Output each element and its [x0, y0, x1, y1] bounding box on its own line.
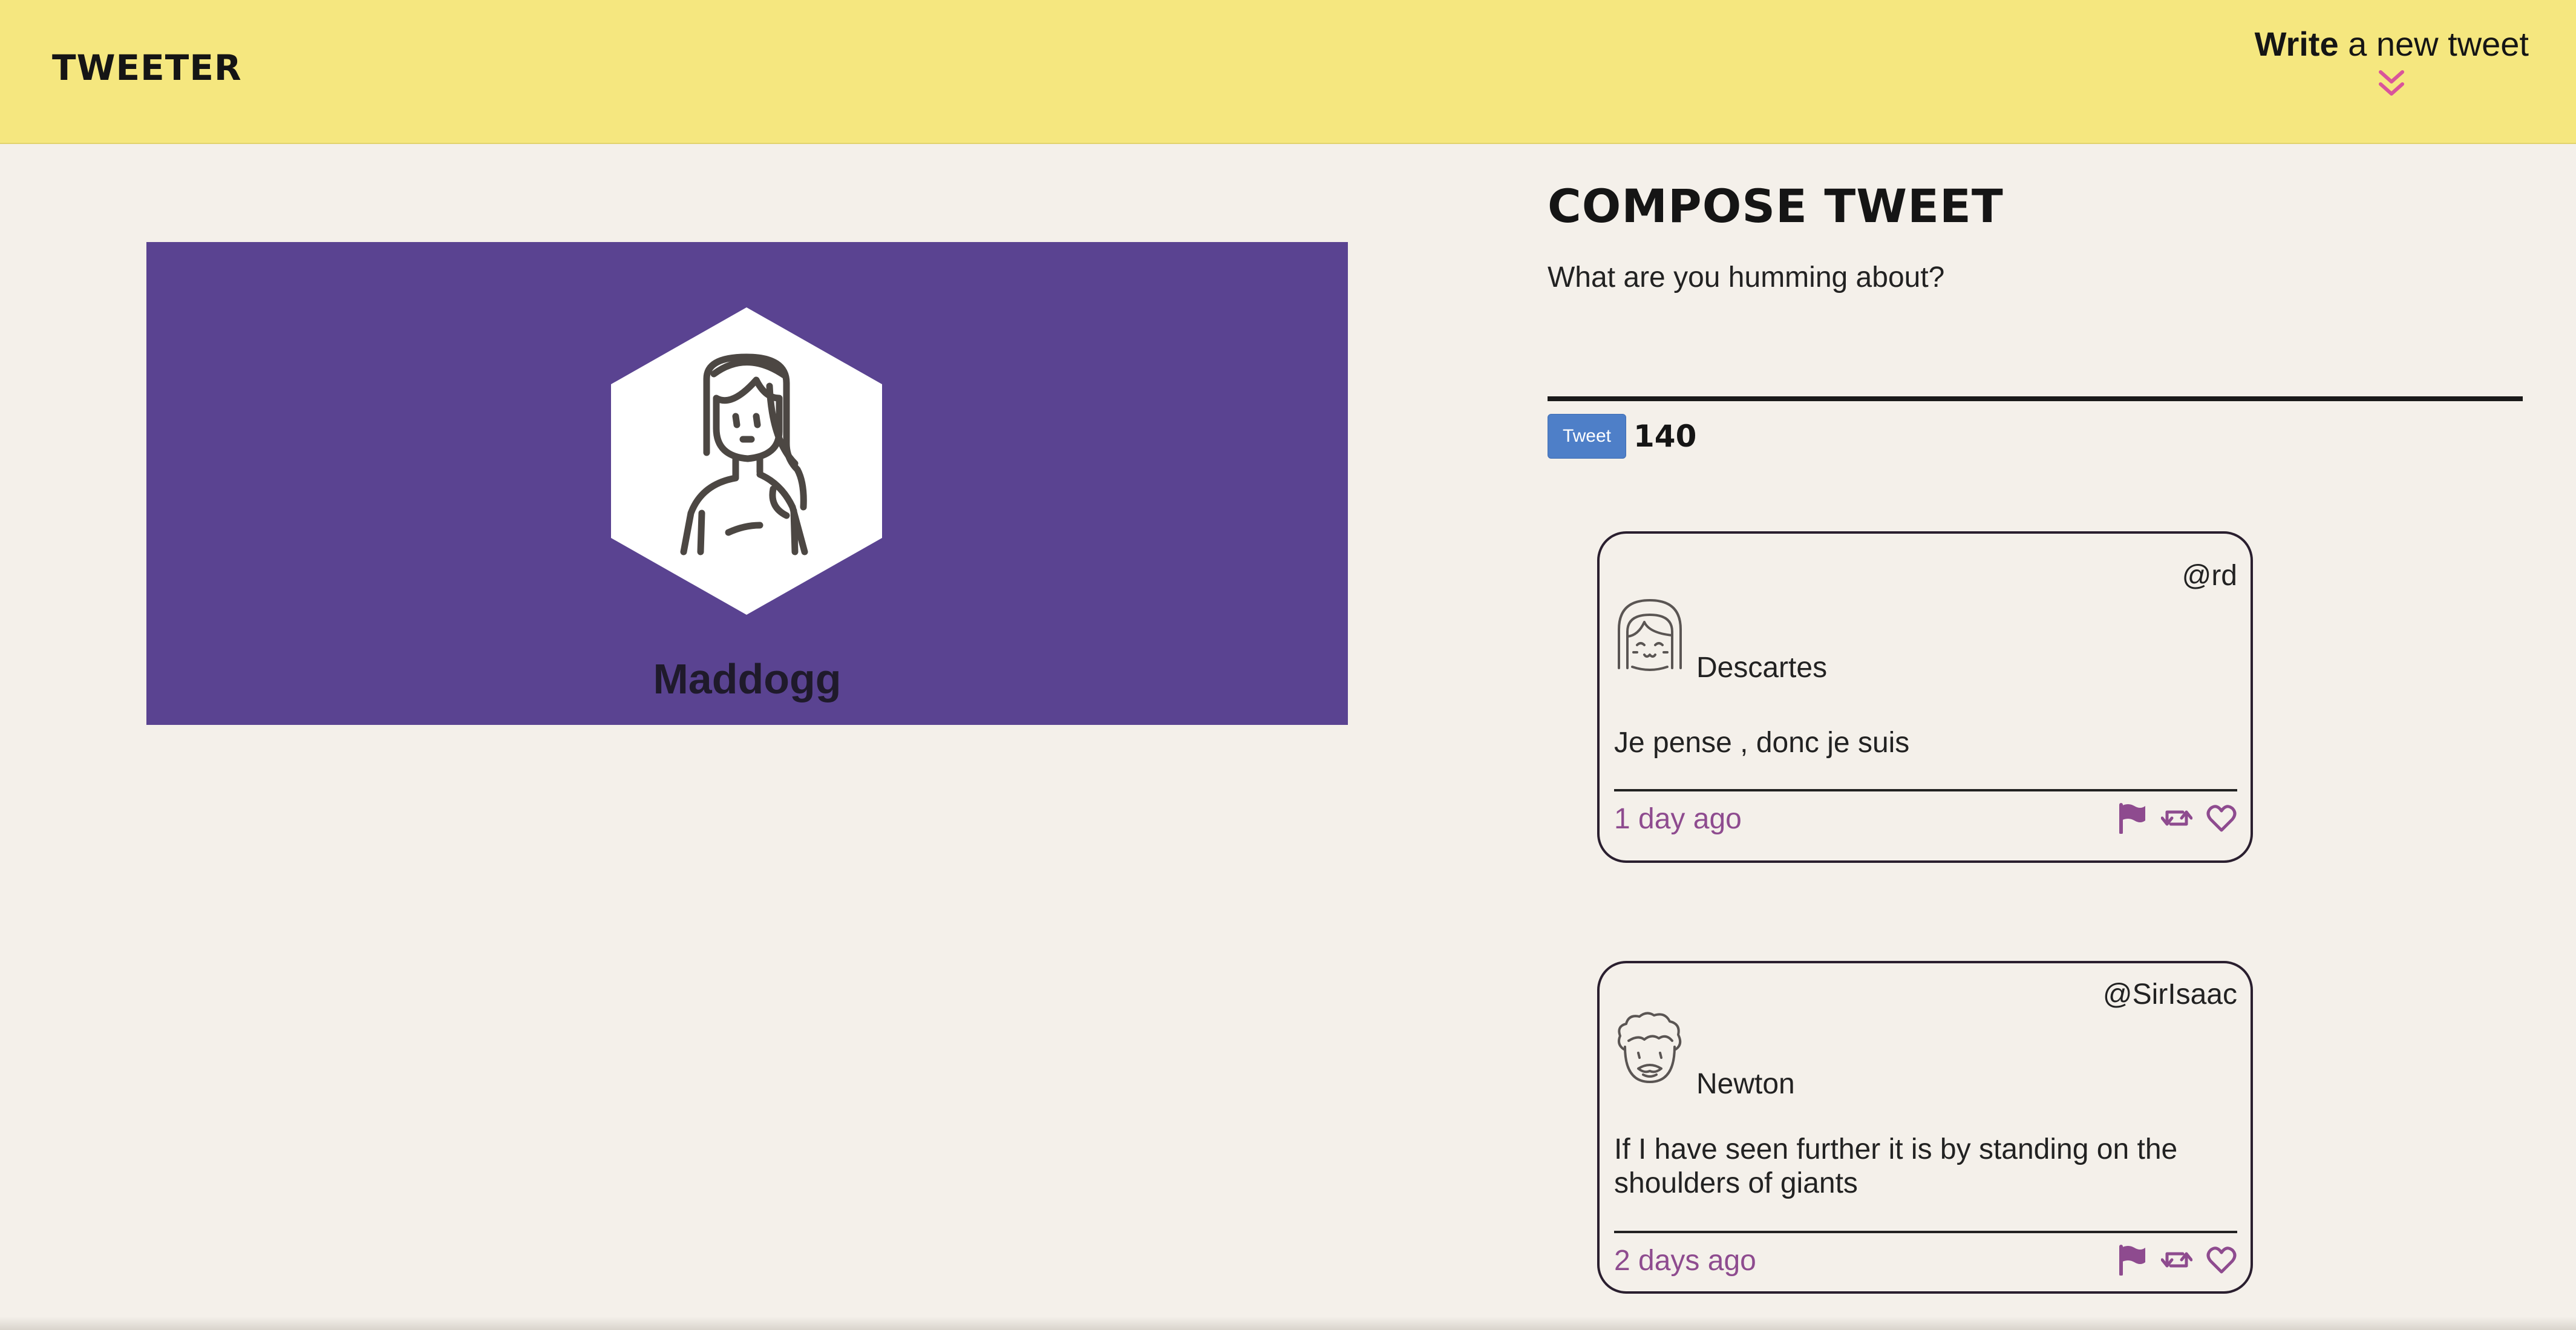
tweet-submit-button[interactable]: Tweet [1548, 414, 1626, 459]
tweet-footer: 2 days ago [1614, 1231, 2237, 1288]
tweet-text: If I have seen further it is by standing… [1614, 1133, 2178, 1199]
curly-man-avatar-icon [1618, 1012, 1682, 1083]
flag-icon[interactable] [2116, 1244, 2148, 1276]
profile-name: Maddogg [653, 655, 842, 703]
tweet-text: Je pense , donc je suis [1614, 727, 1910, 759]
flag-icon[interactable] [2116, 802, 2148, 834]
heart-icon[interactable] [2206, 1244, 2237, 1276]
write-new-tweet-label[interactable]: Write a new tweet [2255, 24, 2529, 64]
character-counter: 140 [1633, 419, 1697, 454]
top-nav: TWEETER Write a new tweet [0, 0, 2576, 144]
heart-icon[interactable] [2206, 802, 2237, 834]
tweet-actions [2116, 1244, 2237, 1276]
write-bold-text: Write [2254, 25, 2339, 63]
tweet-timestamp: 2 days ago [1614, 1245, 1756, 1277]
girl-avatar-icon [1618, 599, 1682, 671]
compose-section: COMPOSE TWEET Tweet 140 [1548, 179, 2523, 459]
write-rest-text: a new tweet [2338, 25, 2529, 63]
compose-title: COMPOSE TWEET [1548, 179, 2004, 233]
brand-logo[interactable]: TWEETER [52, 47, 242, 88]
tweet-handle: @SirIsaac [2102, 978, 2237, 1011]
tweet-author-name: Newton [1696, 1068, 1795, 1100]
tweet-card: @SirIsaac Newton If I have seen further … [1597, 961, 2253, 1294]
tweet-author-name: Descartes [1696, 652, 1828, 684]
profile-panel: Maddogg [146, 242, 1348, 725]
woman-avatar-icon [611, 307, 882, 615]
window-bottom-edge [0, 1317, 2576, 1330]
tweet-card: @rd Descartes Je pense , donc je suis 1 … [1597, 531, 2253, 863]
retweet-icon[interactable] [2161, 1244, 2192, 1276]
double-chevron-down-icon[interactable] [2377, 68, 2406, 100]
write-new-tweet-toggle[interactable]: Write a new tweet [2255, 24, 2529, 100]
tweet-footer: 1 day ago [1614, 789, 2237, 846]
tweet-actions [2116, 802, 2237, 834]
compose-actions: Tweet 140 [1548, 414, 2523, 459]
tweet-text-input[interactable] [1548, 261, 2523, 401]
tweet-timestamp: 1 day ago [1614, 803, 1742, 835]
tweet-handle: @rd [2182, 560, 2237, 592]
retweet-icon[interactable] [2161, 802, 2192, 834]
